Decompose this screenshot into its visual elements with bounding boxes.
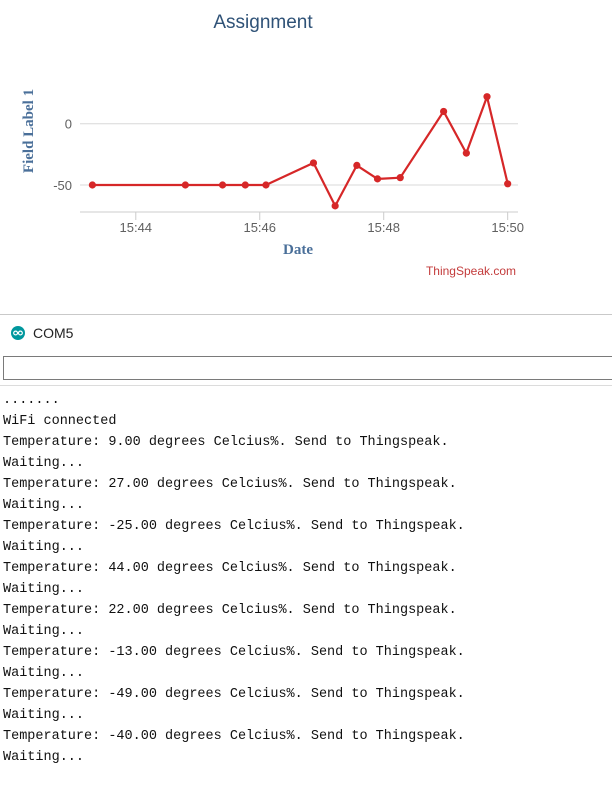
thingspeak-chart-panel: Assignment 15:44 15:46 15:48 15:50 0 -50 Dat… (0, 0, 612, 300)
y-tick-label: -50 (53, 178, 72, 193)
y-tick-label: 0 (65, 117, 72, 132)
x-tick-label: 15:44 (120, 220, 153, 235)
window-title: COM5 (33, 325, 74, 341)
serial-output-line: Waiting... (3, 540, 85, 555)
serial-output-line: Waiting... (3, 624, 85, 639)
serial-output-line: ....... (3, 393, 60, 408)
data-point[interactable] (181, 181, 189, 189)
serial-output-line: Temperature: 44.00 degrees Celcius%. Sen… (3, 561, 457, 576)
x-tick-label: 15:50 (491, 220, 524, 235)
y-axis-title: Field Label 1 (21, 89, 37, 173)
serial-output-line: Waiting... (3, 582, 85, 597)
data-point[interactable] (241, 181, 249, 189)
x-axis-ticks: 15:44 15:46 15:48 15:50 (120, 212, 524, 235)
chart-series (88, 93, 512, 210)
data-point[interactable] (218, 181, 227, 189)
serial-output-line: Temperature: -49.00 degrees Celcius%. Se… (3, 687, 465, 702)
serial-output-line: Temperature: -25.00 degrees Celcius%. Se… (3, 519, 465, 534)
data-point[interactable] (88, 181, 96, 189)
data-point[interactable] (504, 180, 512, 188)
serial-output-line: WiFi connected (3, 414, 117, 429)
data-point[interactable] (396, 174, 404, 182)
serial-output-line: Waiting... (3, 750, 85, 765)
chart-gridlines (80, 123, 518, 186)
data-point[interactable] (462, 149, 470, 157)
serial-output-line: Waiting... (3, 666, 85, 681)
data-point[interactable] (262, 181, 270, 189)
data-point[interactable] (331, 202, 339, 210)
data-point[interactable] (373, 175, 382, 183)
serial-output-line: Temperature: 22.00 degrees Celcius%. Sen… (3, 603, 457, 618)
serial-output-line: Temperature: 9.00 degrees Celcius%. Send… (3, 435, 449, 450)
serial-output-area[interactable]: ....... WiFi connected Temperature: 9.00 d… (0, 385, 612, 804)
data-point[interactable] (440, 107, 448, 116)
serial-output-line: Waiting... (3, 708, 85, 723)
serial-monitor-window: COM5 ....... WiFi connected Temperature: 9… (0, 314, 612, 803)
data-point[interactable] (483, 93, 491, 101)
serial-output-line: Temperature: 27.00 degrees Celcius%. Sen… (3, 477, 457, 492)
line-chart: Assignment 15:44 15:46 15:48 15:50 0 -50 Dat… (21, 12, 524, 278)
y-axis-ticks: 0 -50 (53, 117, 72, 193)
x-axis-title: Date (283, 242, 313, 258)
serial-send-input[interactable] (3, 356, 612, 380)
serial-output-line: Temperature: -40.00 degrees Celcius%. Se… (3, 729, 465, 744)
x-tick-label: 15:46 (243, 220, 276, 235)
window-titlebar[interactable]: COM5 (0, 315, 612, 351)
serial-output-line: Temperature: -13.00 degrees Celcius%. Se… (3, 645, 465, 660)
serial-output-line: Waiting... (3, 498, 85, 513)
serial-output-line: Waiting... (3, 456, 85, 471)
serial-output-list: ....... WiFi connected Temperature: 9.00 d… (3, 390, 465, 768)
arduino-icon (11, 326, 25, 340)
thingspeak-credit-link[interactable]: ThingSpeak.com (426, 264, 516, 278)
data-point[interactable] (353, 161, 361, 169)
data-point[interactable] (309, 159, 318, 167)
chart-title: Assignment (213, 12, 313, 33)
x-tick-label: 15:48 (367, 220, 400, 235)
